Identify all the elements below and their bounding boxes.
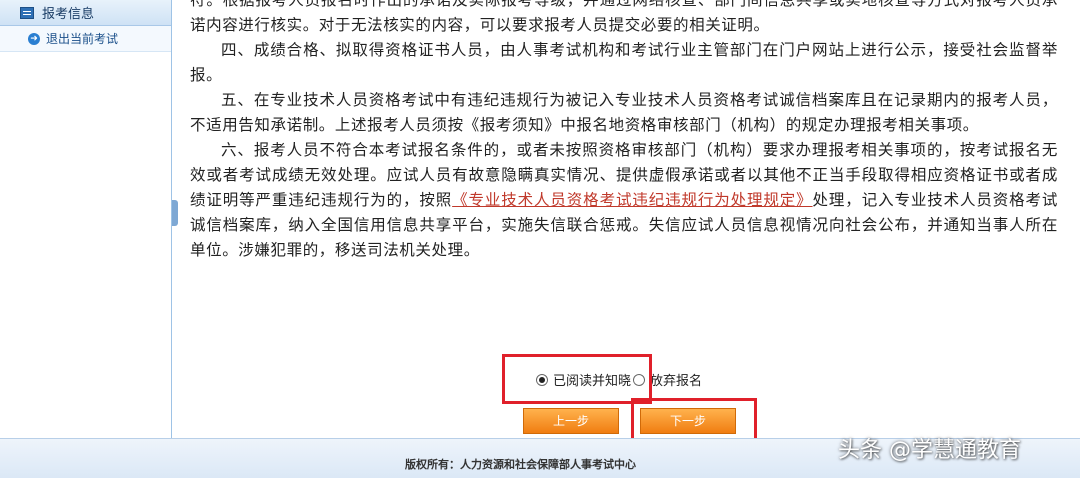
paragraph-6: 六、报考人员不符合本考试报名条件的，或者未按照资格审核部门（机构）要求办理报考相… [190,138,1058,263]
notice-text: 符。根据报考人员报名时作出的承诺及实际报考等级，并通过网络核查、部门间信息共享或… [190,0,1058,263]
watermark: 头条 @学慧通教育 [838,438,1021,463]
sidebar-header: 报考信息 [0,0,171,26]
sidebar-item-exit-exam[interactable]: ➜ 退出当前考试 [0,26,171,52]
copyright-text: 版权所有：人力资源和社会保障部人事考试中心 [405,458,636,471]
paragraph-5: 五、在专业技术人员资格考试中有违纪违规行为被记入专业技术人员资格考试诚信档案库且… [190,91,1058,134]
arrow-right-icon: ➜ [28,32,40,45]
sidebar: 报考信息 ➜ 退出当前考试 [0,0,172,438]
main-content: 符。根据报考人员报名时作出的承诺及实际报考等级，并通过网络核查、部门间信息共享或… [180,0,1070,446]
paragraph-4: 四、成绩合格、拟取得资格证书人员，由人事考试机构和考试行业主管部门在门户网站上进… [190,41,1058,84]
sidebar-header-label: 报考信息 [42,7,95,22]
regulation-link[interactable]: 《专业技术人员资格考试违纪违规行为处理规定》 [452,191,812,209]
abandon-label: 放弃报名 [650,374,703,389]
sidebar-item-label: 退出当前考试 [46,32,119,46]
prev-step-button[interactable]: 上一步 [523,408,619,434]
highlight-box-agree [502,354,652,404]
document-icon [20,6,34,19]
sidebar-collapse-handle[interactable] [172,200,178,226]
paragraph-3-tail: 符。根据报考人员报名时作出的承诺及实际报考等级，并通过网络核查、部门间信息共享或… [190,0,1058,34]
